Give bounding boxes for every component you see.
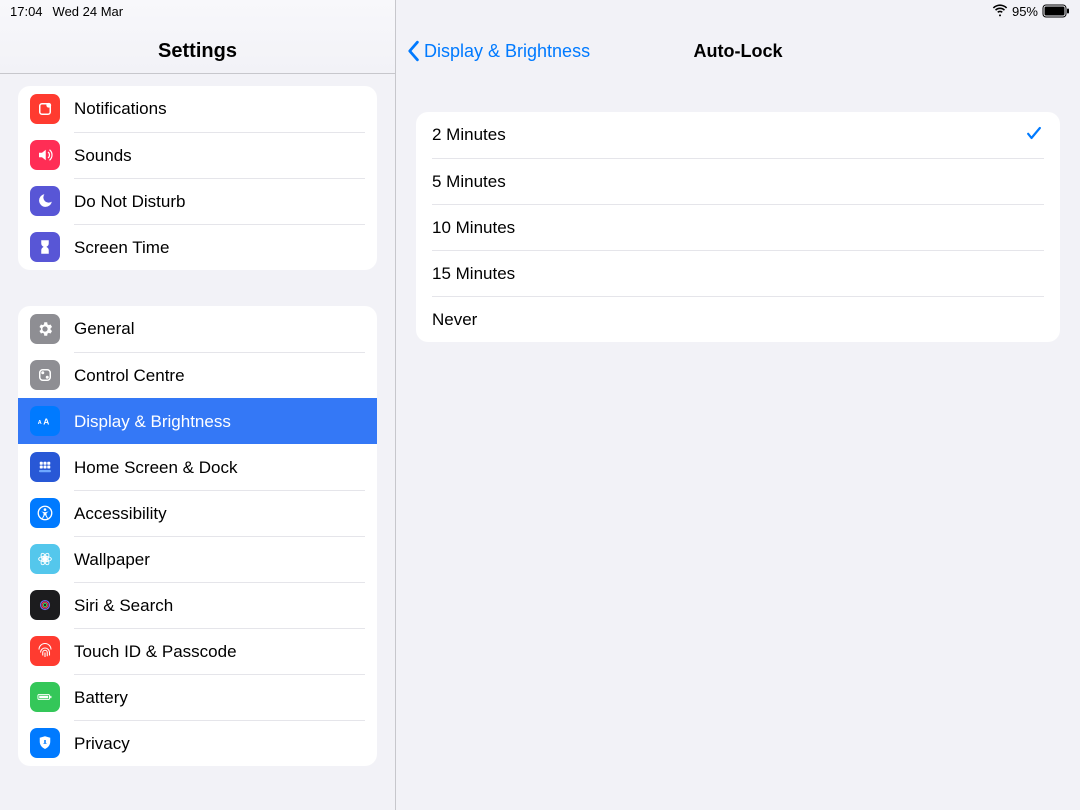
back-button[interactable]: Display & Brightness (406, 40, 590, 62)
option-label: 10 Minutes (432, 218, 515, 238)
sidebar-item-label: Notifications (74, 99, 167, 119)
sidebar-item-label: General (74, 319, 134, 339)
sidebar-item-wallpaper[interactable]: Wallpaper (18, 536, 377, 582)
dnd-icon (30, 186, 60, 216)
checkmark-icon (1024, 123, 1044, 148)
touch-id-icon (30, 636, 60, 666)
option-label: 5 Minutes (432, 172, 506, 192)
sidebar-item-display-brightness[interactable]: AA Display & Brightness (18, 398, 377, 444)
battery-percent: 95% (1012, 4, 1038, 19)
option-never[interactable]: Never (416, 296, 1060, 342)
sidebar-item-label: Display & Brightness (74, 412, 231, 432)
siri-icon (30, 590, 60, 620)
sidebar-item-label: Privacy (74, 734, 130, 754)
sidebar-item-sounds[interactable]: Sounds (18, 132, 377, 178)
general-icon (30, 314, 60, 344)
option-label: 2 Minutes (432, 125, 506, 145)
sidebar-item-label: Sounds (74, 146, 132, 166)
sidebar-item-siri-search[interactable]: Siri & Search (18, 582, 377, 628)
option-15-minutes[interactable]: 15 Minutes (416, 250, 1060, 296)
sidebar-item-privacy[interactable]: Privacy (18, 720, 377, 766)
accessibility-icon (30, 498, 60, 528)
display-brightness-icon: AA (30, 406, 60, 436)
sidebar-item-label: Touch ID & Passcode (74, 642, 237, 662)
sounds-icon (30, 140, 60, 170)
option-10-minutes[interactable]: 10 Minutes (416, 204, 1060, 250)
sidebar-item-label: Screen Time (74, 238, 169, 258)
sidebar-item-screen-time[interactable]: Screen Time (18, 224, 377, 270)
status-date: Wed 24 Mar (53, 4, 124, 19)
battery-icon (30, 682, 60, 712)
option-5-minutes[interactable]: 5 Minutes (416, 158, 1060, 204)
wallpaper-icon (30, 544, 60, 574)
sidebar-item-touch-id-passcode[interactable]: Touch ID & Passcode (18, 628, 377, 674)
sidebar-item-notifications[interactable]: Notifications (18, 86, 377, 132)
status-bar: 17:04 Wed 24 Mar 95% (0, 0, 1080, 22)
svg-text:A: A (43, 417, 49, 427)
sidebar-item-general[interactable]: General (18, 306, 377, 352)
notifications-icon (30, 94, 60, 124)
home-screen-icon (30, 452, 60, 482)
sidebar-item-control-centre[interactable]: Control Centre (18, 352, 377, 398)
sidebar-title: Settings (158, 40, 237, 63)
sidebar-item-home-screen-dock[interactable]: Home Screen & Dock (18, 444, 377, 490)
back-label: Display & Brightness (424, 41, 590, 62)
sidebar-item-label: Siri & Search (74, 596, 173, 616)
screen-time-icon (30, 232, 60, 262)
sidebar-item-label: Wallpaper (74, 550, 150, 570)
sidebar-item-do-not-disturb[interactable]: Do Not Disturb (18, 178, 377, 224)
sidebar-item-label: Control Centre (74, 366, 185, 386)
auto-lock-options: 2 Minutes 5 Minutes 10 Minutes 15 Minute… (416, 112, 1060, 342)
status-time: 17:04 (10, 4, 43, 19)
sidebar-group-1: Notifications Sounds Do Not Disturb (18, 86, 377, 270)
wifi-icon (992, 2, 1008, 21)
chevron-left-icon (406, 40, 420, 62)
sidebar-item-accessibility[interactable]: Accessibility (18, 490, 377, 536)
sidebar-item-label: Battery (74, 688, 128, 708)
battery-icon (1042, 4, 1070, 18)
option-2-minutes[interactable]: 2 Minutes (416, 112, 1060, 158)
control-centre-icon (30, 360, 60, 390)
privacy-icon (30, 728, 60, 758)
sidebar-item-label: Do Not Disturb (74, 192, 185, 212)
sidebar-item-label: Home Screen & Dock (74, 458, 237, 478)
sidebar-item-label: Accessibility (74, 504, 167, 524)
option-label: 15 Minutes (432, 264, 515, 284)
svg-text:A: A (38, 420, 42, 426)
detail-pane: Display & Brightness Auto-Lock 2 Minutes… (396, 0, 1080, 810)
settings-sidebar: Settings Notifications Sounds (0, 0, 396, 810)
sidebar-item-battery[interactable]: Battery (18, 674, 377, 720)
sidebar-group-2: General Control Centre AA Display & Brig… (18, 306, 377, 766)
option-label: Never (432, 310, 477, 330)
